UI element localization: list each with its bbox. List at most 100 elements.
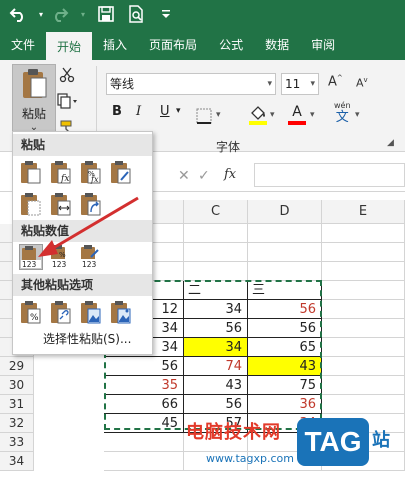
- row-header[interactable]: 31: [0, 395, 34, 414]
- paste-values-source-format-icon[interactable]: 123: [79, 244, 103, 270]
- row-header[interactable]: 32: [0, 414, 34, 433]
- save-icon[interactable]: [94, 2, 118, 26]
- table-cell[interactable]: 75: [248, 376, 322, 395]
- table-cell[interactable]: [322, 281, 405, 300]
- column-header-c[interactable]: C: [184, 200, 248, 224]
- table-cell[interactable]: [248, 262, 322, 281]
- enter-icon[interactable]: ✓: [198, 168, 210, 184]
- table-cell[interactable]: [322, 338, 405, 357]
- formula-input[interactable]: [254, 163, 405, 187]
- table-cell[interactable]: 45: [104, 414, 184, 433]
- font-color-dropdown[interactable]: ▾: [310, 110, 315, 120]
- table-cell[interactable]: 56: [184, 395, 248, 414]
- paste-values-number-format-icon[interactable]: % 123: [49, 244, 73, 270]
- paste-formatting-icon[interactable]: %: [19, 300, 43, 326]
- paste-formulas-number-format-icon[interactable]: % fx: [79, 160, 103, 186]
- table-cell[interactable]: [322, 262, 405, 281]
- table-cell[interactable]: [248, 224, 322, 243]
- borders-dropdown[interactable]: ▾: [216, 110, 221, 120]
- paste-linked-picture-icon[interactable]: [109, 300, 133, 326]
- table-cell[interactable]: 65: [248, 338, 322, 357]
- table-cell[interactable]: 56: [248, 300, 322, 319]
- tab-home[interactable]: 开始: [46, 32, 93, 60]
- table-cell[interactable]: 43: [184, 376, 248, 395]
- table-cell[interactable]: [322, 357, 405, 376]
- table-cell[interactable]: 34: [184, 300, 248, 319]
- undo-icon[interactable]: [6, 2, 30, 26]
- tab-review[interactable]: 审阅: [300, 28, 346, 60]
- font-dialog-launcher-icon[interactable]: ◢: [387, 138, 394, 148]
- table-cell[interactable]: [248, 243, 322, 262]
- row-header[interactable]: 30: [0, 376, 34, 395]
- table-cell[interactable]: 34: [184, 338, 248, 357]
- table-cell[interactable]: [322, 300, 405, 319]
- paste-formulas-icon[interactable]: fx: [49, 160, 73, 186]
- table-cell[interactable]: 56: [184, 319, 248, 338]
- row-header[interactable]: 29: [0, 357, 34, 376]
- table-cell[interactable]: 74: [184, 357, 248, 376]
- row-header[interactable]: 33: [0, 433, 34, 452]
- paste-button[interactable]: 粘贴 ⌄: [12, 64, 56, 134]
- font-color-icon: A: [292, 104, 302, 120]
- table-cell[interactable]: [322, 376, 405, 395]
- grow-font-button[interactable]: A^: [328, 74, 343, 89]
- paste-keep-column-width-icon[interactable]: [49, 192, 73, 218]
- table-cell[interactable]: [322, 224, 405, 243]
- underline-button[interactable]: U: [160, 104, 170, 119]
- font-size-select[interactable]: 11 ▾: [281, 73, 319, 95]
- paste-values-icon[interactable]: 123: [19, 244, 43, 270]
- table-cell[interactable]: [322, 243, 405, 262]
- italic-button[interactable]: I: [136, 104, 141, 119]
- table-cell[interactable]: [184, 224, 248, 243]
- undo-dropdown-icon[interactable]: ▾: [36, 2, 46, 26]
- table-cell[interactable]: 三: [248, 281, 322, 300]
- table-cell[interactable]: [104, 452, 184, 471]
- cancel-icon[interactable]: ✕: [178, 168, 190, 184]
- cut-icon[interactable]: [56, 64, 78, 86]
- tab-page-layout[interactable]: 页面布局: [138, 28, 208, 60]
- table-cell[interactable]: 43: [248, 357, 322, 376]
- phonetic-dropdown[interactable]: ▾: [355, 110, 360, 120]
- tab-file[interactable]: 文件: [0, 28, 46, 60]
- phonetic-button[interactable]: wén 文: [334, 100, 351, 124]
- table-cell[interactable]: [184, 262, 248, 281]
- table-cell[interactable]: [322, 395, 405, 414]
- paste-keep-source-format-icon[interactable]: [109, 160, 133, 186]
- print-preview-icon[interactable]: [124, 2, 148, 26]
- table-cell[interactable]: 35: [104, 376, 184, 395]
- font-color-button[interactable]: A: [288, 104, 306, 125]
- paste-special-menu-item[interactable]: 选择性粘贴(S)...: [43, 330, 131, 347]
- bold-button[interactable]: B: [112, 104, 122, 119]
- shrink-font-button[interactable]: Av: [356, 76, 368, 90]
- table-cell[interactable]: 56: [104, 357, 184, 376]
- table-cell[interactable]: 36: [248, 395, 322, 414]
- paste-picture-icon[interactable]: [79, 300, 103, 326]
- customize-qat-icon[interactable]: [154, 2, 178, 26]
- table-cell[interactable]: 二: [184, 281, 248, 300]
- tab-formulas[interactable]: 公式: [208, 28, 254, 60]
- phonetic-char: 文: [335, 110, 349, 125]
- paste-no-borders-icon[interactable]: [19, 192, 43, 218]
- insert-function-button[interactable]: fx: [224, 167, 236, 182]
- fill-color-dropdown[interactable]: ▾: [270, 110, 275, 120]
- column-header-d[interactable]: D: [248, 200, 322, 224]
- borders-button[interactable]: [196, 108, 212, 127]
- table-cell[interactable]: [104, 433, 184, 452]
- tab-data[interactable]: 数据: [254, 28, 300, 60]
- copy-icon[interactable]: [56, 90, 78, 112]
- table-cell[interactable]: 56: [248, 319, 322, 338]
- underline-dropdown[interactable]: ▾: [176, 106, 181, 116]
- redo-icon[interactable]: [48, 2, 72, 26]
- paste-transpose-icon[interactable]: [79, 192, 103, 218]
- fill-color-button[interactable]: [248, 104, 268, 129]
- row-header[interactable]: 34: [0, 452, 34, 471]
- tab-insert[interactable]: 插入: [92, 28, 138, 60]
- redo-dropdown-icon[interactable]: ▾: [78, 2, 88, 26]
- font-name-select[interactable]: 等线 ▾: [106, 73, 276, 95]
- table-cell[interactable]: [184, 243, 248, 262]
- paste-icon[interactable]: [19, 160, 43, 186]
- column-header-e[interactable]: E: [322, 200, 405, 224]
- table-cell[interactable]: [322, 319, 405, 338]
- table-cell[interactable]: 66: [104, 395, 184, 414]
- paste-link-icon[interactable]: [49, 300, 73, 326]
